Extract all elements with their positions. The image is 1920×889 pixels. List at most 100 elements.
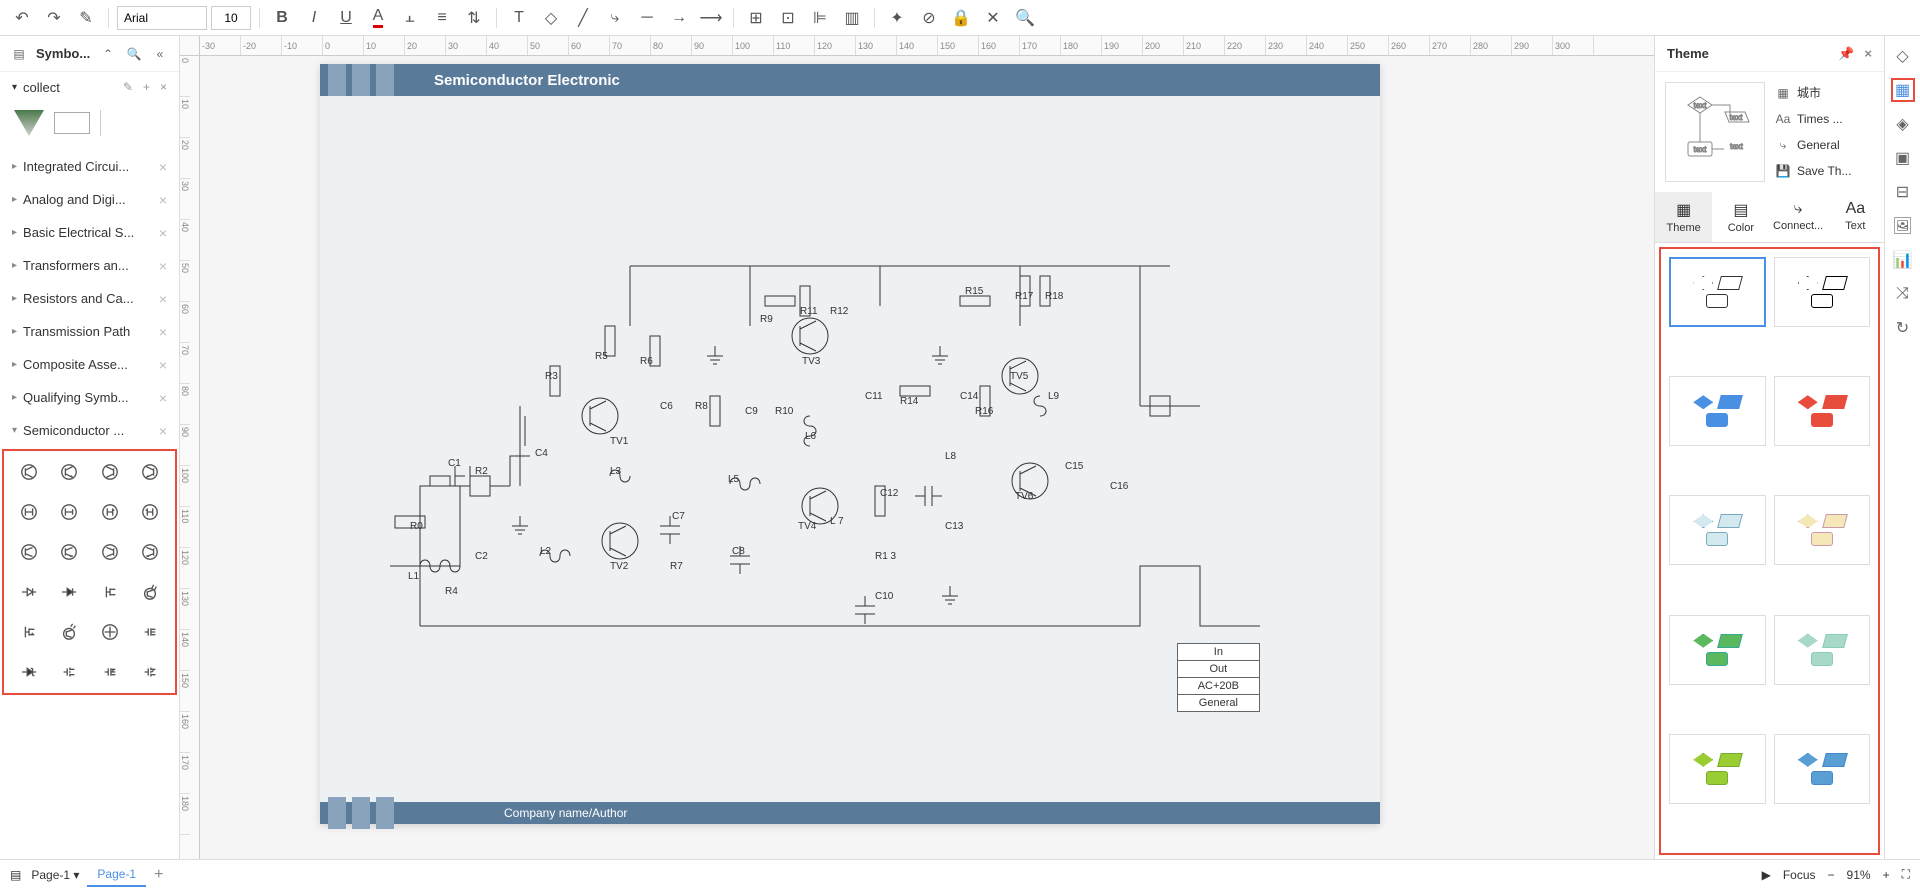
close-collect-icon[interactable]: × [160, 80, 167, 94]
redo-button[interactable]: ↷ [40, 4, 68, 32]
tab-text[interactable]: AaText [1827, 192, 1884, 242]
tab-color[interactable]: ▤Color [1712, 192, 1769, 242]
symbol-transistor-7[interactable] [95, 497, 125, 527]
theme-item-2[interactable] [1669, 376, 1766, 446]
symbol-transistor-1[interactable] [14, 457, 44, 487]
connector-button[interactable]: ⤷ [601, 4, 629, 32]
symbol-fet-5[interactable] [95, 657, 125, 687]
history-icon[interactable]: ↻ [1891, 316, 1915, 340]
tab-connect[interactable]: ⤷Connect... [1770, 192, 1827, 242]
page-tab-1[interactable]: Page-1 [87, 863, 146, 887]
symbol-led[interactable] [54, 617, 84, 647]
present-icon[interactable]: ▶ [1762, 868, 1771, 882]
arrow-end-button[interactable]: ⟶ [697, 4, 725, 32]
image-panel-icon[interactable]: 🖼 [1891, 214, 1915, 238]
symbol-transistor-6[interactable] [54, 497, 84, 527]
symbol-transistor-10[interactable] [54, 537, 84, 567]
theme-panel-icon[interactable]: ▦ [1891, 78, 1915, 102]
theme-item-4[interactable] [1669, 495, 1766, 565]
category-transmission-path[interactable]: ▸Transmission Path× [0, 315, 179, 348]
pages-icon[interactable]: ▤ [10, 868, 21, 882]
add-icon[interactable]: + [143, 80, 150, 94]
collected-shape-2[interactable] [54, 112, 90, 134]
collapse-icon[interactable]: « [151, 45, 169, 63]
text-tool-button[interactable]: T [505, 4, 533, 32]
symbol-transistor-5[interactable] [14, 497, 44, 527]
line-style-button[interactable]: ─ [633, 4, 661, 32]
symbol-diode-1[interactable] [14, 577, 44, 607]
fill-button[interactable]: ◇ [537, 4, 565, 32]
arrow-start-button[interactable]: → [665, 4, 693, 32]
category-resistors-caps[interactable]: ▸Resistors and Ca...× [0, 282, 179, 315]
close-panel-icon[interactable]: × [1864, 46, 1872, 61]
underline-button[interactable]: U [332, 4, 360, 32]
diagram-page[interactable]: Semiconductor Electronic [320, 64, 1380, 824]
format-painter-button[interactable]: ✎ [72, 4, 100, 32]
bold-button[interactable]: B [268, 4, 296, 32]
symbol-transistor-11[interactable] [95, 537, 125, 567]
theme-opt-font[interactable]: AaTimes ... [1775, 109, 1874, 129]
theme-item-1[interactable] [1774, 257, 1871, 327]
search-button[interactable]: 🔍 [1011, 4, 1039, 32]
category-qualifying[interactable]: ▸Qualifying Symb...× [0, 381, 179, 414]
symbol-fet-4[interactable] [54, 657, 84, 687]
slide-panel-icon[interactable]: ▣ [1891, 146, 1915, 170]
info-box[interactable]: In Out AC+20B General [1177, 643, 1260, 712]
add-page-button[interactable]: + [154, 866, 163, 884]
collected-shape-1[interactable] [14, 110, 44, 136]
align-button[interactable]: ≡ [428, 4, 456, 32]
theme-opt-general[interactable]: ⤷General [1775, 135, 1874, 155]
symbol-photo-transistor[interactable] [135, 577, 165, 607]
data-panel-icon[interactable]: ⊟ [1891, 180, 1915, 204]
line-color-button[interactable]: ╱ [569, 4, 597, 32]
tab-theme[interactable]: ▦Theme [1655, 192, 1712, 242]
group-button[interactable]: ⊞ [742, 4, 770, 32]
distribute-button[interactable]: ▥ [838, 4, 866, 32]
tools-button[interactable]: ✕ [979, 4, 1007, 32]
zoom-out-button[interactable]: − [1828, 868, 1835, 882]
category-composite[interactable]: ▸Composite Asse...× [0, 348, 179, 381]
page-select[interactable]: Page-1 ▾ [31, 868, 79, 882]
zoom-in-button[interactable]: + [1883, 868, 1890, 882]
ungroup-button[interactable]: ⊡ [774, 4, 802, 32]
align-objects-button[interactable]: ⊫ [806, 4, 834, 32]
theme-item-9[interactable] [1774, 734, 1871, 804]
symbol-fet-3[interactable] [135, 617, 165, 647]
expand-icon[interactable]: ⌃ [99, 45, 117, 63]
symbol-zener[interactable] [14, 657, 44, 687]
chart-panel-icon[interactable]: 📊 [1891, 248, 1915, 272]
theme-item-6[interactable] [1669, 615, 1766, 685]
layers-panel-icon[interactable]: ◈ [1891, 112, 1915, 136]
theme-item-0[interactable] [1669, 257, 1766, 327]
symbol-transistor-4[interactable] [135, 457, 165, 487]
line-spacing-button[interactable]: ⇅ [460, 4, 488, 32]
symbol-transistor-12[interactable] [135, 537, 165, 567]
lock-button[interactable]: 🔒 [947, 4, 975, 32]
theme-opt-city[interactable]: ▦城市 [1775, 82, 1874, 103]
edit-icon[interactable]: ✎ [123, 80, 133, 94]
symbol-transistor-9[interactable] [14, 537, 44, 567]
effects-button[interactable]: ✦ [883, 4, 911, 32]
symbol-fet-2[interactable] [14, 617, 44, 647]
category-integrated-circuits[interactable]: ▸Integrated Circui...× [0, 150, 179, 183]
theme-item-7[interactable] [1774, 615, 1871, 685]
crop-button[interactable]: ⊘ [915, 4, 943, 32]
category-basic-electrical[interactable]: ▸Basic Electrical S...× [0, 216, 179, 249]
font-select[interactable] [117, 6, 207, 30]
circuit-diagram[interactable]: R0 R2 R3 R4 R5 R6 R7 R8 R9 R10 R11 R12 R… [320, 96, 1380, 802]
canvas-area[interactable]: -30-20-100102030405060708090100110120130… [180, 36, 1654, 859]
undo-button[interactable]: ↶ [8, 4, 36, 32]
symbol-transistor-3[interactable] [95, 457, 125, 487]
symbol-bridge[interactable] [95, 617, 125, 647]
italic-button[interactable]: I [300, 4, 328, 32]
symbol-fet-1[interactable] [95, 577, 125, 607]
theme-item-5[interactable] [1774, 495, 1871, 565]
symbol-transistor-8[interactable] [135, 497, 165, 527]
library-icon[interactable]: ▤ [10, 45, 28, 63]
category-semiconductor[interactable]: ▾Semiconductor ...× [0, 414, 179, 447]
shuffle-icon[interactable]: ⤨ [1891, 282, 1915, 306]
chevron-down-icon[interactable]: ▾ [12, 82, 17, 93]
symbol-fet-6[interactable] [135, 657, 165, 687]
text-direction-button[interactable]: ⫠ [396, 4, 424, 32]
focus-label[interactable]: Focus [1783, 868, 1816, 882]
